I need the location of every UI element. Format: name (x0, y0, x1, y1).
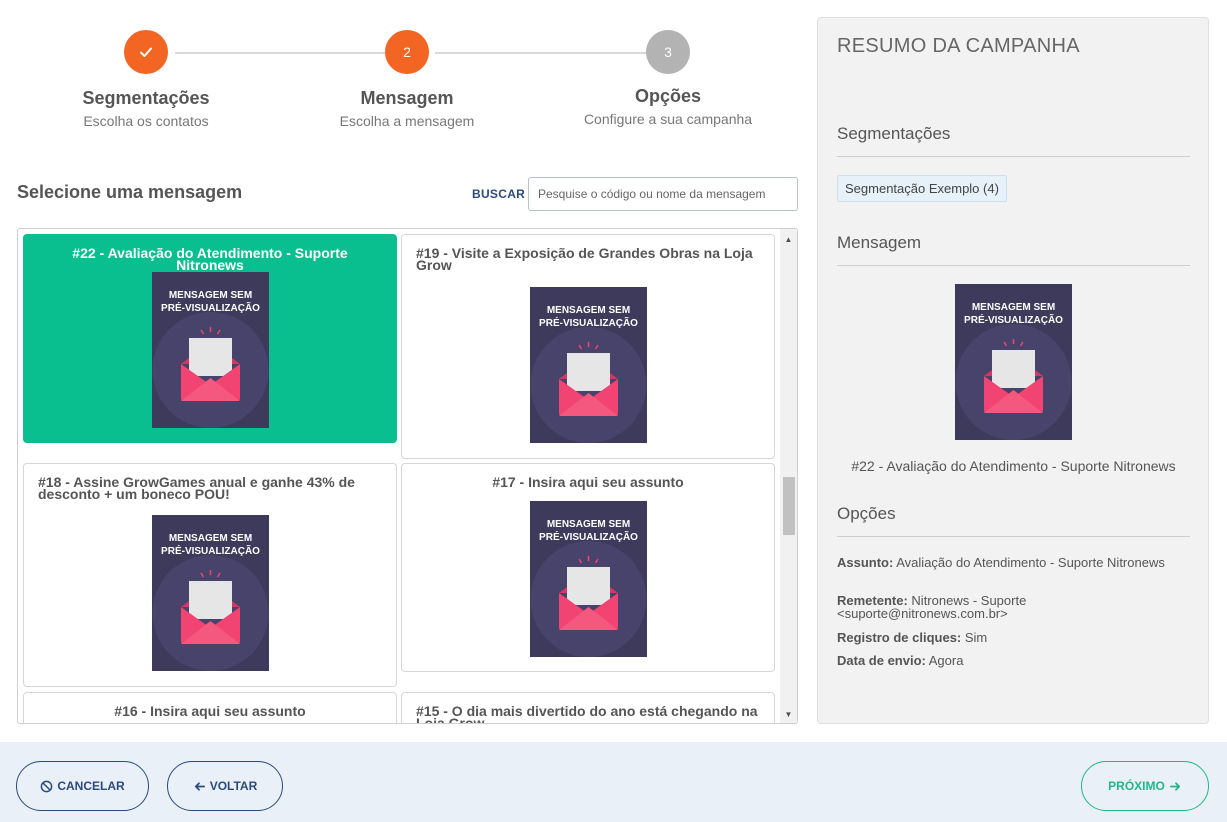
select-message-title: Selecione uma mensagem (17, 182, 243, 202)
divider (837, 536, 1190, 537)
thumbnail-caption-line: PRÉ-VISUALIZAÇÃO (161, 303, 260, 314)
step-mensagem[interactable]: 2 Mensagem Escolha a mensagem (317, 30, 497, 129)
thumbnail-caption: MENSAGEM SEM PRÉ-VISUALIZAÇÃO (152, 289, 269, 315)
divider (837, 156, 1190, 157)
message-card-title: #16 - Insira aqui seu assunto (114, 703, 306, 719)
thumbnail-caption-line: PRÉ-VISUALIZAÇÃO (539, 532, 638, 543)
message-card[interactable]: #18 - Assine GrowGames anual e ganhe 43%… (23, 463, 397, 687)
message-card-title: #15 - O dia mais divertido do ano está c… (416, 703, 758, 723)
step-3-circle: 3 (646, 30, 690, 74)
message-card[interactable]: #19 - Visite a Exposição de Grandes Obra… (401, 234, 775, 459)
option-value: Avaliação do Atendimento - Suporte Nitro… (896, 555, 1165, 570)
scrollbar[interactable]: ▲ ▼ (780, 229, 797, 723)
option-sender: Remetente: Nitronews - Suporte <suporte@… (837, 594, 1167, 620)
option-click-tracking: Registro de cliques: Sim (837, 631, 1167, 644)
step-1-circle (124, 30, 168, 74)
step-3-title: Opções (634, 86, 702, 106)
summary-heading: RESUMO DA CAMPANHA (837, 35, 1080, 57)
message-card-title: #18 - Assine GrowGames anual e ganhe 43%… (38, 474, 355, 502)
thumbnail-caption: MENSAGEM SEM PRÉ-VISUALIZAÇÃO (530, 518, 647, 544)
step-opcoes[interactable]: 3 Opções Configure a sua campanha (578, 30, 758, 127)
option-value: Agora (928, 653, 964, 668)
step-3-subtitle: Configure a sua campanha (583, 111, 753, 127)
thumbnail-caption-line: MENSAGEM SEM (546, 519, 631, 530)
summary-message-thumbnail: MENSAGEM SEM PRÉ-VISUALIZAÇÃO (955, 284, 1072, 440)
thumbnail-caption-line: PRÉ-VISUALIZAÇÃO (964, 315, 1063, 326)
back-button[interactable]: VOLTAR (167, 761, 283, 811)
scroll-down-arrow-icon[interactable]: ▼ (780, 706, 797, 723)
step-2-subtitle: Escolha a mensagem (339, 113, 475, 129)
cancel-button-label: CANCELAR (57, 779, 125, 793)
scroll-thumb[interactable] (783, 477, 795, 535)
thumbnail-caption-line: PRÉ-VISUALIZAÇÃO (161, 546, 260, 557)
thumbnail-caption: MENSAGEM SEM PRÉ-VISUALIZAÇÃO (955, 301, 1072, 327)
message-card[interactable]: #15 - O dia mais divertido do ano está c… (401, 692, 775, 723)
next-button[interactable]: PRÓXIMO (1081, 761, 1209, 811)
next-button-label: PRÓXIMO (1108, 779, 1165, 793)
message-card-title: #22 - Avaliação do Atendimento - Suporte… (72, 245, 348, 273)
campaign-summary-panel: RESUMO DA CAMPANHA Segmentações Segmenta… (817, 17, 1209, 724)
step-2-circle: 2 (385, 30, 429, 74)
option-label: Assunto: (837, 555, 894, 570)
scroll-up-arrow-icon[interactable]: ▲ (780, 231, 797, 248)
step-1-subtitle: Escolha os contatos (83, 113, 209, 129)
message-thumbnail: MENSAGEM SEM PRÉ-VISUALIZAÇÃO (152, 515, 269, 671)
divider (837, 265, 1190, 266)
option-value: Sim (964, 630, 988, 645)
message-card[interactable]: #17 - Insira aqui seu assunto MENSAGEM S… (401, 463, 775, 672)
message-card[interactable]: #22 - Avaliação do Atendimento - Suporte… (23, 234, 397, 443)
stepper: Segmentações Escolha os contatos 2 Mensa… (30, 30, 790, 140)
step-1-title: Segmentações (82, 88, 210, 108)
option-label: Data de envio: (837, 653, 926, 668)
back-button-label: VOLTAR (209, 779, 258, 793)
option-send-date: Data de envio: Agora (837, 654, 1167, 667)
thumbnail-caption: MENSAGEM SEM PRÉ-VISUALIZAÇÃO (152, 532, 269, 558)
check-icon (140, 47, 152, 57)
summary-segmentations-title: Segmentações (837, 124, 951, 143)
search-input[interactable] (528, 177, 798, 211)
message-card[interactable]: #16 - Insira aqui seu assunto (23, 692, 397, 723)
option-subject: Assunto: Avaliação do Atendimento - Supo… (837, 556, 1167, 569)
cancel-button[interactable]: CANCELAR (16, 761, 149, 811)
summary-message-title: Mensagem (837, 233, 922, 252)
thumbnail-caption: MENSAGEM SEM PRÉ-VISUALIZAÇÃO (530, 304, 647, 330)
message-thumbnail: MENSAGEM SEM PRÉ-VISUALIZAÇÃO (530, 501, 647, 657)
message-thumbnail: MENSAGEM SEM PRÉ-VISUALIZAÇÃO (152, 272, 269, 428)
message-card-title: #19 - Visite a Exposição de Grandes Obra… (416, 245, 753, 273)
step-segmentacoes[interactable]: Segmentações Escolha os contatos (56, 30, 236, 129)
message-thumbnail: MENSAGEM SEM PRÉ-VISUALIZAÇÃO (530, 287, 647, 443)
thumbnail-caption-line: MENSAGEM SEM (971, 302, 1056, 313)
arrow-right-icon (1169, 781, 1180, 791)
arrow-left-icon (194, 781, 205, 791)
thumbnail-caption-line: PRÉ-VISUALIZAÇÃO (539, 318, 638, 329)
ban-icon (40, 780, 53, 792)
campaign-wizard: Segmentações Escolha os contatos 2 Mensa… (0, 0, 1227, 822)
summary-options-title: Opções (837, 504, 896, 523)
summary-message-caption: #22 - Avaliação do Atendimento - Suporte… (851, 458, 1176, 474)
message-grid: #22 - Avaliação do Atendimento - Suporte… (17, 228, 798, 724)
message-card-title: #17 - Insira aqui seu assunto (492, 474, 684, 490)
step-2-title: Mensagem (360, 88, 454, 108)
thumbnail-caption-line: MENSAGEM SEM (168, 290, 253, 301)
footer-bar: CANCELAR VOLTAR PRÓXIMO (0, 742, 1227, 822)
message-grid-content: #22 - Avaliação do Atendimento - Suporte… (18, 229, 780, 723)
thumbnail-caption-line: MENSAGEM SEM (168, 533, 253, 544)
option-label: Registro de cliques: (837, 630, 962, 645)
segment-tag: Segmentação Exemplo (4) (837, 175, 1007, 202)
search-button[interactable]: BUSCAR (472, 187, 525, 201)
thumbnail-caption-line: MENSAGEM SEM (546, 305, 631, 316)
